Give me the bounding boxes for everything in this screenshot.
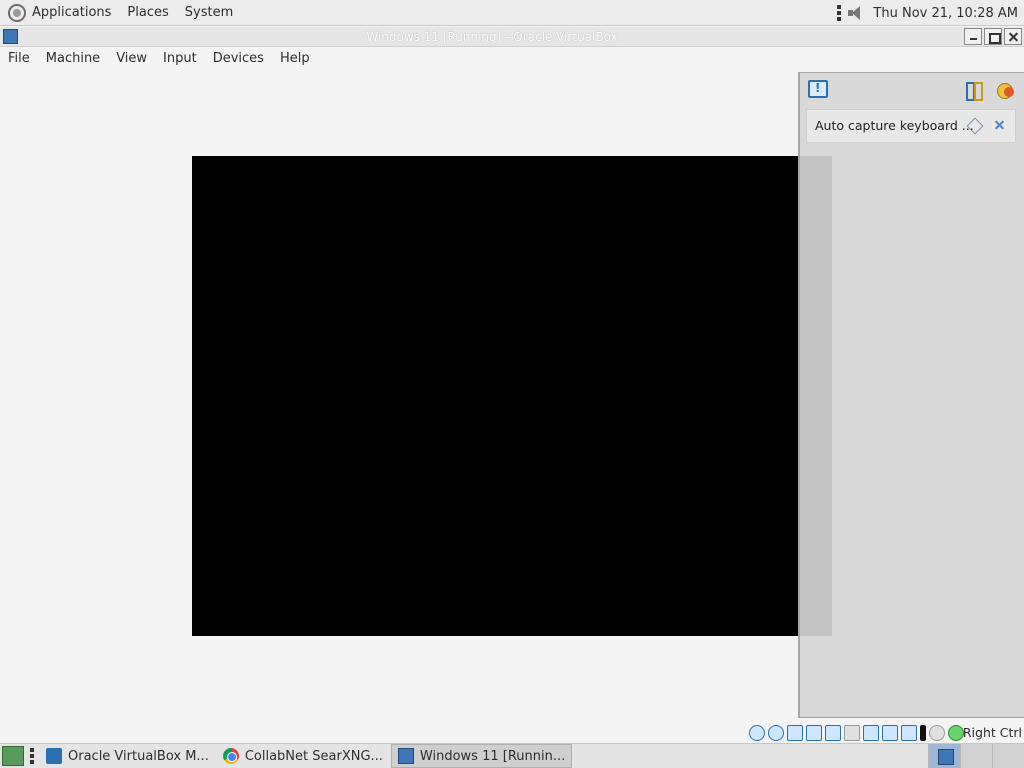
maximize-button[interactable] <box>984 28 1002 45</box>
vm-window-icon <box>397 748 414 764</box>
top-panel: Applications Places System Thu Nov 21, 1… <box>0 0 1024 26</box>
virtualbox-icon <box>46 748 62 764</box>
workspace-1[interactable] <box>928 744 960 768</box>
virtualization-icon[interactable] <box>901 725 917 741</box>
menu-view[interactable]: View <box>108 48 155 69</box>
statusbar-indicators <box>749 725 964 741</box>
notification-center: Auto capture keyboard ... <box>798 72 1024 718</box>
system-menu-label: System <box>184 5 234 20</box>
top-panel-tray: Thu Nov 21, 10:28 AM <box>837 0 1018 26</box>
network-icon[interactable] <box>806 725 822 741</box>
notification-text: Auto capture keyboard ... <box>815 118 974 133</box>
task-label: Windows 11 [Runnin... <box>419 748 566 764</box>
mouse-integration-icon[interactable] <box>929 725 945 741</box>
notification-item[interactable]: Auto capture keyboard ... <box>806 109 1016 143</box>
show-desktop-icon[interactable] <box>2 746 24 766</box>
host-key-label[interactable]: Right Ctrl <box>963 724 1022 742</box>
window-titlebar[interactable]: Windows 11 [Running] - Oracle VirtualBox <box>0 27 1024 47</box>
distro-logo-icon <box>8 3 26 22</box>
sort-notifications-icon[interactable] <box>964 81 983 101</box>
display-icon[interactable] <box>863 725 879 741</box>
workspace-2[interactable] <box>960 744 992 768</box>
task-windows11-vm[interactable]: Windows 11 [Runnin... <box>390 744 573 768</box>
audio-icon[interactable] <box>787 725 803 741</box>
taskbar: Oracle VirtualBox M... CollabNet SearXNG… <box>0 743 1024 768</box>
menu-devices[interactable]: Devices <box>205 48 272 69</box>
recording-icon[interactable] <box>882 725 898 741</box>
dismiss-icon[interactable] <box>993 119 1005 131</box>
taskbar-handle-icon[interactable] <box>30 748 34 764</box>
window-controls <box>964 28 1022 45</box>
menu-input[interactable]: Input <box>155 48 205 69</box>
task-virtualbox-manager[interactable]: Oracle VirtualBox M... <box>40 744 215 768</box>
clear-notifications-icon[interactable] <box>996 81 1016 99</box>
applications-menu[interactable]: Applications <box>0 0 119 26</box>
system-menu[interactable]: System <box>177 0 241 26</box>
places-menu-label: Places <box>127 5 169 20</box>
minimize-button[interactable] <box>964 28 982 45</box>
workspace-3[interactable] <box>992 744 1024 768</box>
task-label: CollabNet SearXNG... <box>244 748 383 764</box>
vm-statusbar: Right Ctrl <box>0 724 1024 742</box>
workspace-switcher <box>928 744 1024 768</box>
hard-disk-icon[interactable] <box>749 725 765 741</box>
usb-icon[interactable] <box>825 725 841 741</box>
window-title: Windows 11 [Running] - Oracle VirtualBox <box>366 30 618 44</box>
keyboard-capture-icon[interactable] <box>948 725 964 741</box>
close-button[interactable] <box>1004 28 1022 45</box>
menu-machine[interactable]: Machine <box>38 48 108 69</box>
task-label: Oracle VirtualBox M... <box>68 748 209 764</box>
vm-screen[interactable] <box>192 156 832 636</box>
menu-help[interactable]: Help <box>272 48 318 69</box>
menu-file[interactable]: File <box>0 48 38 69</box>
optical-drive-icon[interactable] <box>768 725 784 741</box>
separator-icon <box>920 725 926 741</box>
notification-center-icon[interactable] <box>808 80 828 98</box>
menubar: File Machine View Input Devices Help <box>0 48 1024 69</box>
shared-folders-icon[interactable] <box>844 725 860 741</box>
chrome-icon <box>222 748 239 764</box>
volume-icon[interactable] <box>847 5 867 21</box>
applications-menu-label: Applications <box>32 5 112 20</box>
places-menu[interactable]: Places <box>119 0 176 26</box>
task-searxng[interactable]: CollabNet SearXNG... <box>217 744 389 768</box>
panel-handle-icon[interactable] <box>837 5 842 21</box>
clock[interactable]: Thu Nov 21, 10:28 AM <box>873 6 1018 21</box>
